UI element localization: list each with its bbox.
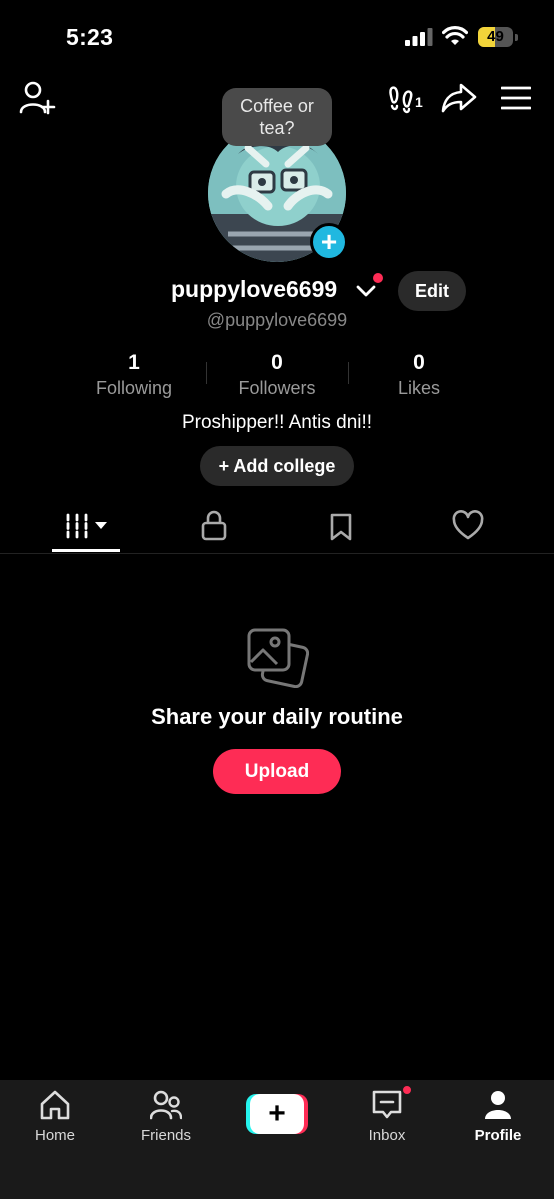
stat-label: Followers bbox=[238, 378, 316, 398]
profile-views-count: 1 bbox=[415, 94, 423, 110]
share-icon[interactable] bbox=[441, 82, 477, 114]
chevron-down-icon[interactable] bbox=[356, 284, 376, 298]
heart-icon bbox=[452, 510, 484, 540]
tab-private[interactable] bbox=[199, 506, 229, 546]
stat-label: Likes bbox=[397, 378, 441, 398]
add-friend-icon[interactable] bbox=[18, 80, 56, 116]
nav-label: Inbox bbox=[368, 1127, 406, 1144]
friends-icon bbox=[150, 1090, 182, 1120]
status-bar: 5:23 49 bbox=[0, 0, 554, 70]
battery-indicator: 49 bbox=[478, 27, 518, 47]
add-college-button[interactable]: + Add college bbox=[200, 446, 354, 486]
home-icon bbox=[40, 1090, 70, 1120]
note-text-line2: tea? bbox=[259, 118, 295, 138]
stat-value: 0 bbox=[271, 351, 283, 374]
nav-label: Friends bbox=[140, 1127, 192, 1144]
lock-icon bbox=[201, 510, 227, 541]
tab-divider bbox=[0, 553, 554, 554]
stat-following[interactable]: 1 Following bbox=[64, 350, 204, 400]
status-time: 5:23 bbox=[66, 24, 114, 50]
photos-icon bbox=[247, 628, 309, 688]
bio: Proshipper!! Antis dni!! bbox=[181, 412, 373, 433]
profile-icon bbox=[485, 1091, 511, 1119]
nav-profile[interactable]: Profile bbox=[453, 1080, 543, 1160]
note-bubble[interactable]: Coffee or tea? bbox=[222, 88, 332, 146]
nav-label: Home bbox=[34, 1127, 75, 1144]
nav-label: Profile bbox=[474, 1127, 522, 1144]
inbox-notification-dot bbox=[401, 1084, 413, 1096]
grid-icon bbox=[66, 513, 107, 539]
profile-views-button[interactable]: 1 bbox=[388, 82, 426, 116]
add-story-button[interactable]: + bbox=[310, 223, 348, 261]
bottom-nav: Home Friends + Inbox Profile bbox=[0, 1080, 554, 1199]
empty-state-title: Share your daily routine bbox=[151, 704, 403, 729]
cellular-signal-icon bbox=[405, 28, 433, 46]
note-text-line1: Coffee or bbox=[240, 96, 314, 116]
upload-button[interactable]: Upload bbox=[213, 749, 341, 794]
wifi-icon bbox=[442, 26, 468, 45]
stat-label: Following bbox=[95, 378, 173, 398]
tab-videos[interactable] bbox=[62, 506, 112, 546]
nav-friends[interactable]: Friends bbox=[121, 1080, 211, 1160]
tab-liked[interactable] bbox=[452, 506, 484, 546]
user-handle: @puppylove6699 bbox=[206, 310, 348, 330]
stat-value: 1 bbox=[128, 351, 140, 374]
create-button[interactable]: + bbox=[246, 1094, 308, 1134]
stat-followers[interactable]: 0 Followers bbox=[207, 350, 347, 400]
create-plus-icon: + bbox=[250, 1094, 304, 1134]
plus-icon: + bbox=[320, 226, 338, 257]
battery-percent: 49 bbox=[487, 28, 504, 45]
stat-value: 0 bbox=[413, 351, 425, 374]
tab-saved[interactable] bbox=[328, 506, 354, 546]
menu-icon[interactable] bbox=[501, 86, 531, 110]
stat-likes[interactable]: 0 Likes bbox=[349, 350, 489, 400]
active-tab-indicator bbox=[52, 549, 120, 552]
nav-inbox[interactable]: Inbox bbox=[342, 1080, 432, 1160]
notification-dot bbox=[373, 273, 383, 283]
nav-home[interactable]: Home bbox=[10, 1080, 100, 1160]
footprint-icon bbox=[389, 86, 413, 114]
username[interactable]: puppylove6699 bbox=[171, 276, 337, 303]
bookmark-icon bbox=[330, 513, 352, 541]
edit-profile-button[interactable]: Edit bbox=[398, 271, 466, 311]
inbox-icon bbox=[372, 1090, 402, 1119]
